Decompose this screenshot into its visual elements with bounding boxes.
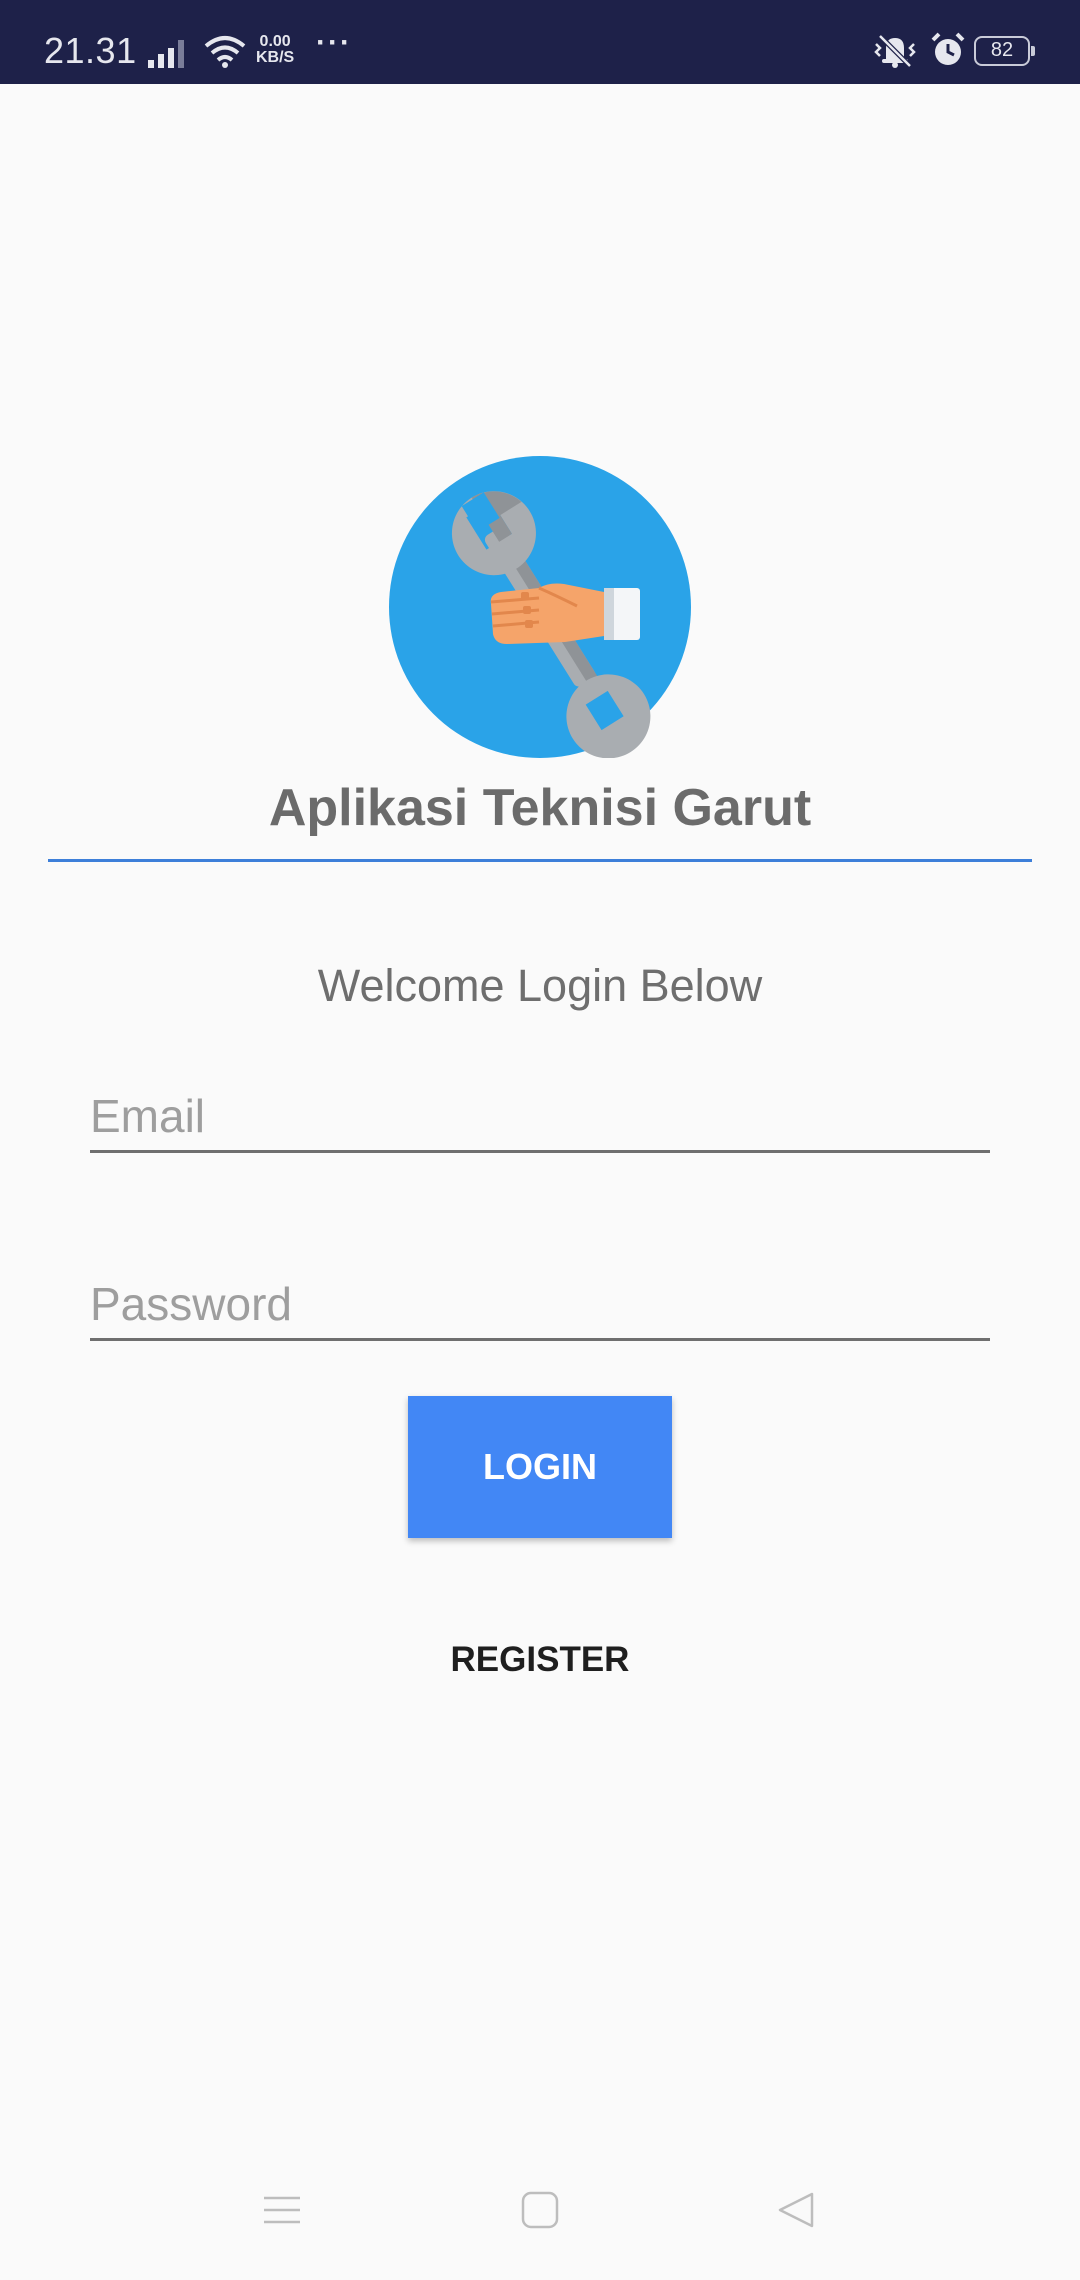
alarm-icon [930, 32, 966, 73]
network-speed: 0.00 KB/S [256, 34, 294, 66]
wifi-icon [204, 34, 246, 73]
title-divider [48, 859, 1032, 862]
navigation-bar [0, 2160, 1080, 2280]
status-bar: 21.31 0.00 KB/S ··· 82 [0, 0, 1080, 84]
back-icon[interactable] [776, 2190, 816, 2235]
network-speed-value: 0.00 [259, 33, 291, 50]
welcome-text: Welcome Login Below [317, 960, 763, 1011]
app-title: Aplikasi Teknisi Garut [268, 779, 812, 837]
email-field-container [90, 1086, 990, 1153]
wrench-hand-logo [389, 456, 691, 759]
vibrate-icon [872, 34, 918, 73]
menu-icon[interactable] [262, 2190, 302, 2235]
network-speed-unit: KB/S [256, 49, 295, 66]
register-button[interactable]: REGISTER [400, 1620, 680, 1700]
battery-icon: 82 [974, 36, 1035, 66]
signal-icon [148, 38, 192, 73]
password-field[interactable] [90, 1274, 990, 1334]
more-notifications-icon: ··· [316, 26, 352, 59]
login-button[interactable]: LOGIN [408, 1396, 672, 1538]
home-icon[interactable] [520, 2190, 560, 2235]
status-time: 21.31 [44, 30, 137, 71]
email-field[interactable] [90, 1086, 990, 1146]
password-field-container [90, 1274, 990, 1341]
